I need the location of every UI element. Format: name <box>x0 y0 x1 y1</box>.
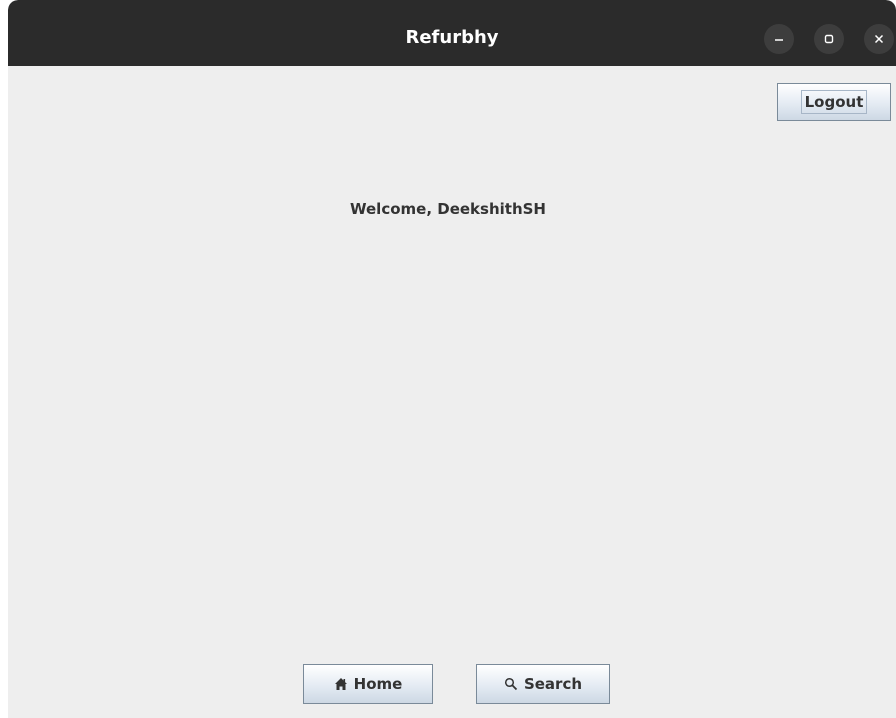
minimize-button[interactable] <box>764 24 794 54</box>
window-title: Refurbhy <box>405 27 499 48</box>
home-button[interactable]: Home <box>303 664 433 704</box>
search-button[interactable]: Search <box>476 664 610 704</box>
title-bar[interactable]: Refurbhy <box>8 0 896 66</box>
close-icon <box>874 34 884 44</box>
logout-button[interactable]: Logout <box>777 83 891 121</box>
close-button[interactable] <box>864 24 894 54</box>
minimize-icon <box>775 39 783 41</box>
welcome-message: Welcome, DeekshithSH <box>350 200 546 218</box>
home-icon <box>334 677 348 691</box>
search-icon <box>504 677 518 691</box>
home-label: Home <box>353 675 403 693</box>
logout-label: Logout <box>800 90 868 114</box>
maximize-icon <box>824 34 834 44</box>
main-panel: Logout Welcome, DeekshithSH Home Search <box>8 66 896 718</box>
search-label: Search <box>523 675 583 693</box>
maximize-button[interactable] <box>814 24 844 54</box>
app-window: Refurbhy Logout Welcome, DeekshithSH Hom… <box>8 0 896 718</box>
